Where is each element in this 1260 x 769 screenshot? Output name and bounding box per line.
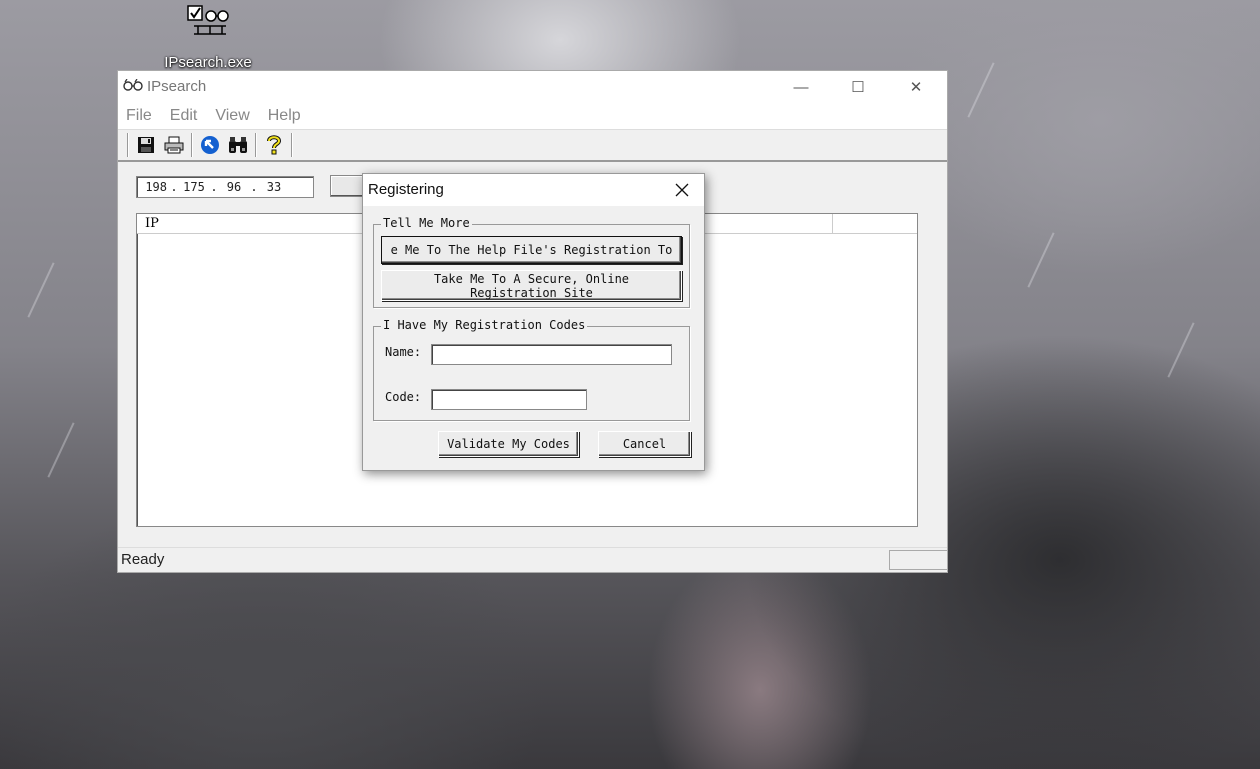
desktop-icon-label: IPsearch.exe bbox=[164, 54, 252, 71]
ip-address-input[interactable]: 198 . 175 . 96 . 33 bbox=[136, 176, 314, 198]
code-field[interactable] bbox=[431, 389, 587, 410]
ip-separator: . bbox=[170, 180, 178, 194]
toolbar-separator bbox=[291, 133, 293, 157]
back-arrow-icon bbox=[201, 136, 219, 154]
background-detail bbox=[967, 62, 995, 118]
desktop-icon-ipsearch[interactable]: IPsearch.exe bbox=[160, 4, 256, 71]
print-icon bbox=[164, 136, 184, 154]
toolbar-separator bbox=[255, 133, 257, 157]
online-registration-label-line2: Registration Site bbox=[470, 286, 593, 300]
help-icon bbox=[267, 135, 281, 155]
online-registration-button[interactable]: Take Me To A Secure, Online Registration… bbox=[381, 270, 682, 301]
background-detail bbox=[1027, 232, 1055, 288]
ip-separator: . bbox=[210, 180, 218, 194]
save-icon bbox=[138, 137, 154, 153]
background-detail bbox=[47, 422, 75, 478]
registration-codes-label: I Have My Registration Codes bbox=[381, 318, 588, 332]
column-header[interactable] bbox=[833, 214, 915, 233]
tell-me-more-label: Tell Me More bbox=[381, 216, 472, 230]
binoculars-icon bbox=[229, 137, 247, 153]
toolbar-separator bbox=[191, 133, 193, 157]
close-icon bbox=[675, 183, 689, 197]
status-bar: Ready bbox=[118, 547, 947, 572]
back-toolbar-button[interactable] bbox=[196, 132, 224, 158]
validate-codes-button[interactable]: Validate My Codes bbox=[438, 431, 579, 457]
dialog-title: Registering bbox=[368, 181, 444, 198]
registering-dialog: Registering Tell Me More e Me To The Hel… bbox=[362, 173, 705, 471]
status-panel bbox=[889, 550, 947, 570]
help-file-registration-label: e Me To The Help File's Registration To bbox=[390, 243, 673, 257]
menu-view[interactable]: View bbox=[215, 107, 249, 125]
dialog-title-bar[interactable]: Registering bbox=[363, 174, 704, 206]
menu-edit[interactable]: Edit bbox=[170, 107, 198, 125]
ip-octet-2[interactable]: 175 bbox=[181, 180, 207, 194]
toolbar-separator bbox=[127, 133, 129, 157]
ip-octet-4[interactable]: 33 bbox=[261, 180, 287, 194]
background-detail bbox=[1167, 322, 1195, 378]
ip-octet-3[interactable]: 96 bbox=[221, 180, 247, 194]
name-label: Name: bbox=[385, 345, 422, 359]
cancel-label: Cancel bbox=[622, 437, 667, 451]
online-registration-label-line1: Take Me To A Secure, Online bbox=[433, 272, 630, 286]
maximize-button[interactable]: ☐ bbox=[835, 71, 881, 103]
dialog-close-button[interactable] bbox=[660, 174, 704, 206]
toolbar bbox=[118, 130, 947, 162]
minimize-icon: — bbox=[793, 78, 809, 96]
close-icon: ✕ bbox=[909, 79, 923, 96]
save-toolbar-button[interactable] bbox=[132, 132, 160, 158]
print-toolbar-button[interactable] bbox=[160, 132, 188, 158]
title-bar[interactable]: IPsearch — ☐ ✕ bbox=[118, 71, 947, 103]
ipsearch-app-icon bbox=[184, 4, 232, 48]
window-title: IPsearch bbox=[147, 78, 207, 95]
menu-help[interactable]: Help bbox=[268, 107, 301, 125]
background-detail bbox=[27, 262, 55, 318]
name-field[interactable] bbox=[431, 344, 672, 365]
help-toolbar-button[interactable] bbox=[260, 132, 288, 158]
minimize-button[interactable]: — bbox=[778, 71, 824, 103]
cancel-button[interactable]: Cancel bbox=[598, 431, 691, 457]
column-header-ip[interactable]: IP bbox=[137, 214, 387, 233]
help-file-registration-button[interactable]: e Me To The Help File's Registration To bbox=[381, 236, 682, 264]
status-text: Ready bbox=[121, 551, 165, 568]
ip-octet-1[interactable]: 198 bbox=[137, 180, 167, 194]
menu-bar: File Edit View Help bbox=[118, 103, 947, 130]
close-button[interactable]: ✕ bbox=[893, 71, 939, 103]
glasses-icon bbox=[123, 78, 143, 95]
ip-separator: . bbox=[250, 180, 258, 194]
code-label: Code: bbox=[385, 390, 422, 404]
maximize-icon: ☐ bbox=[851, 79, 865, 96]
find-toolbar-button[interactable] bbox=[224, 132, 252, 158]
validate-codes-label: Validate My Codes bbox=[447, 437, 570, 451]
menu-file[interactable]: File bbox=[126, 107, 152, 125]
